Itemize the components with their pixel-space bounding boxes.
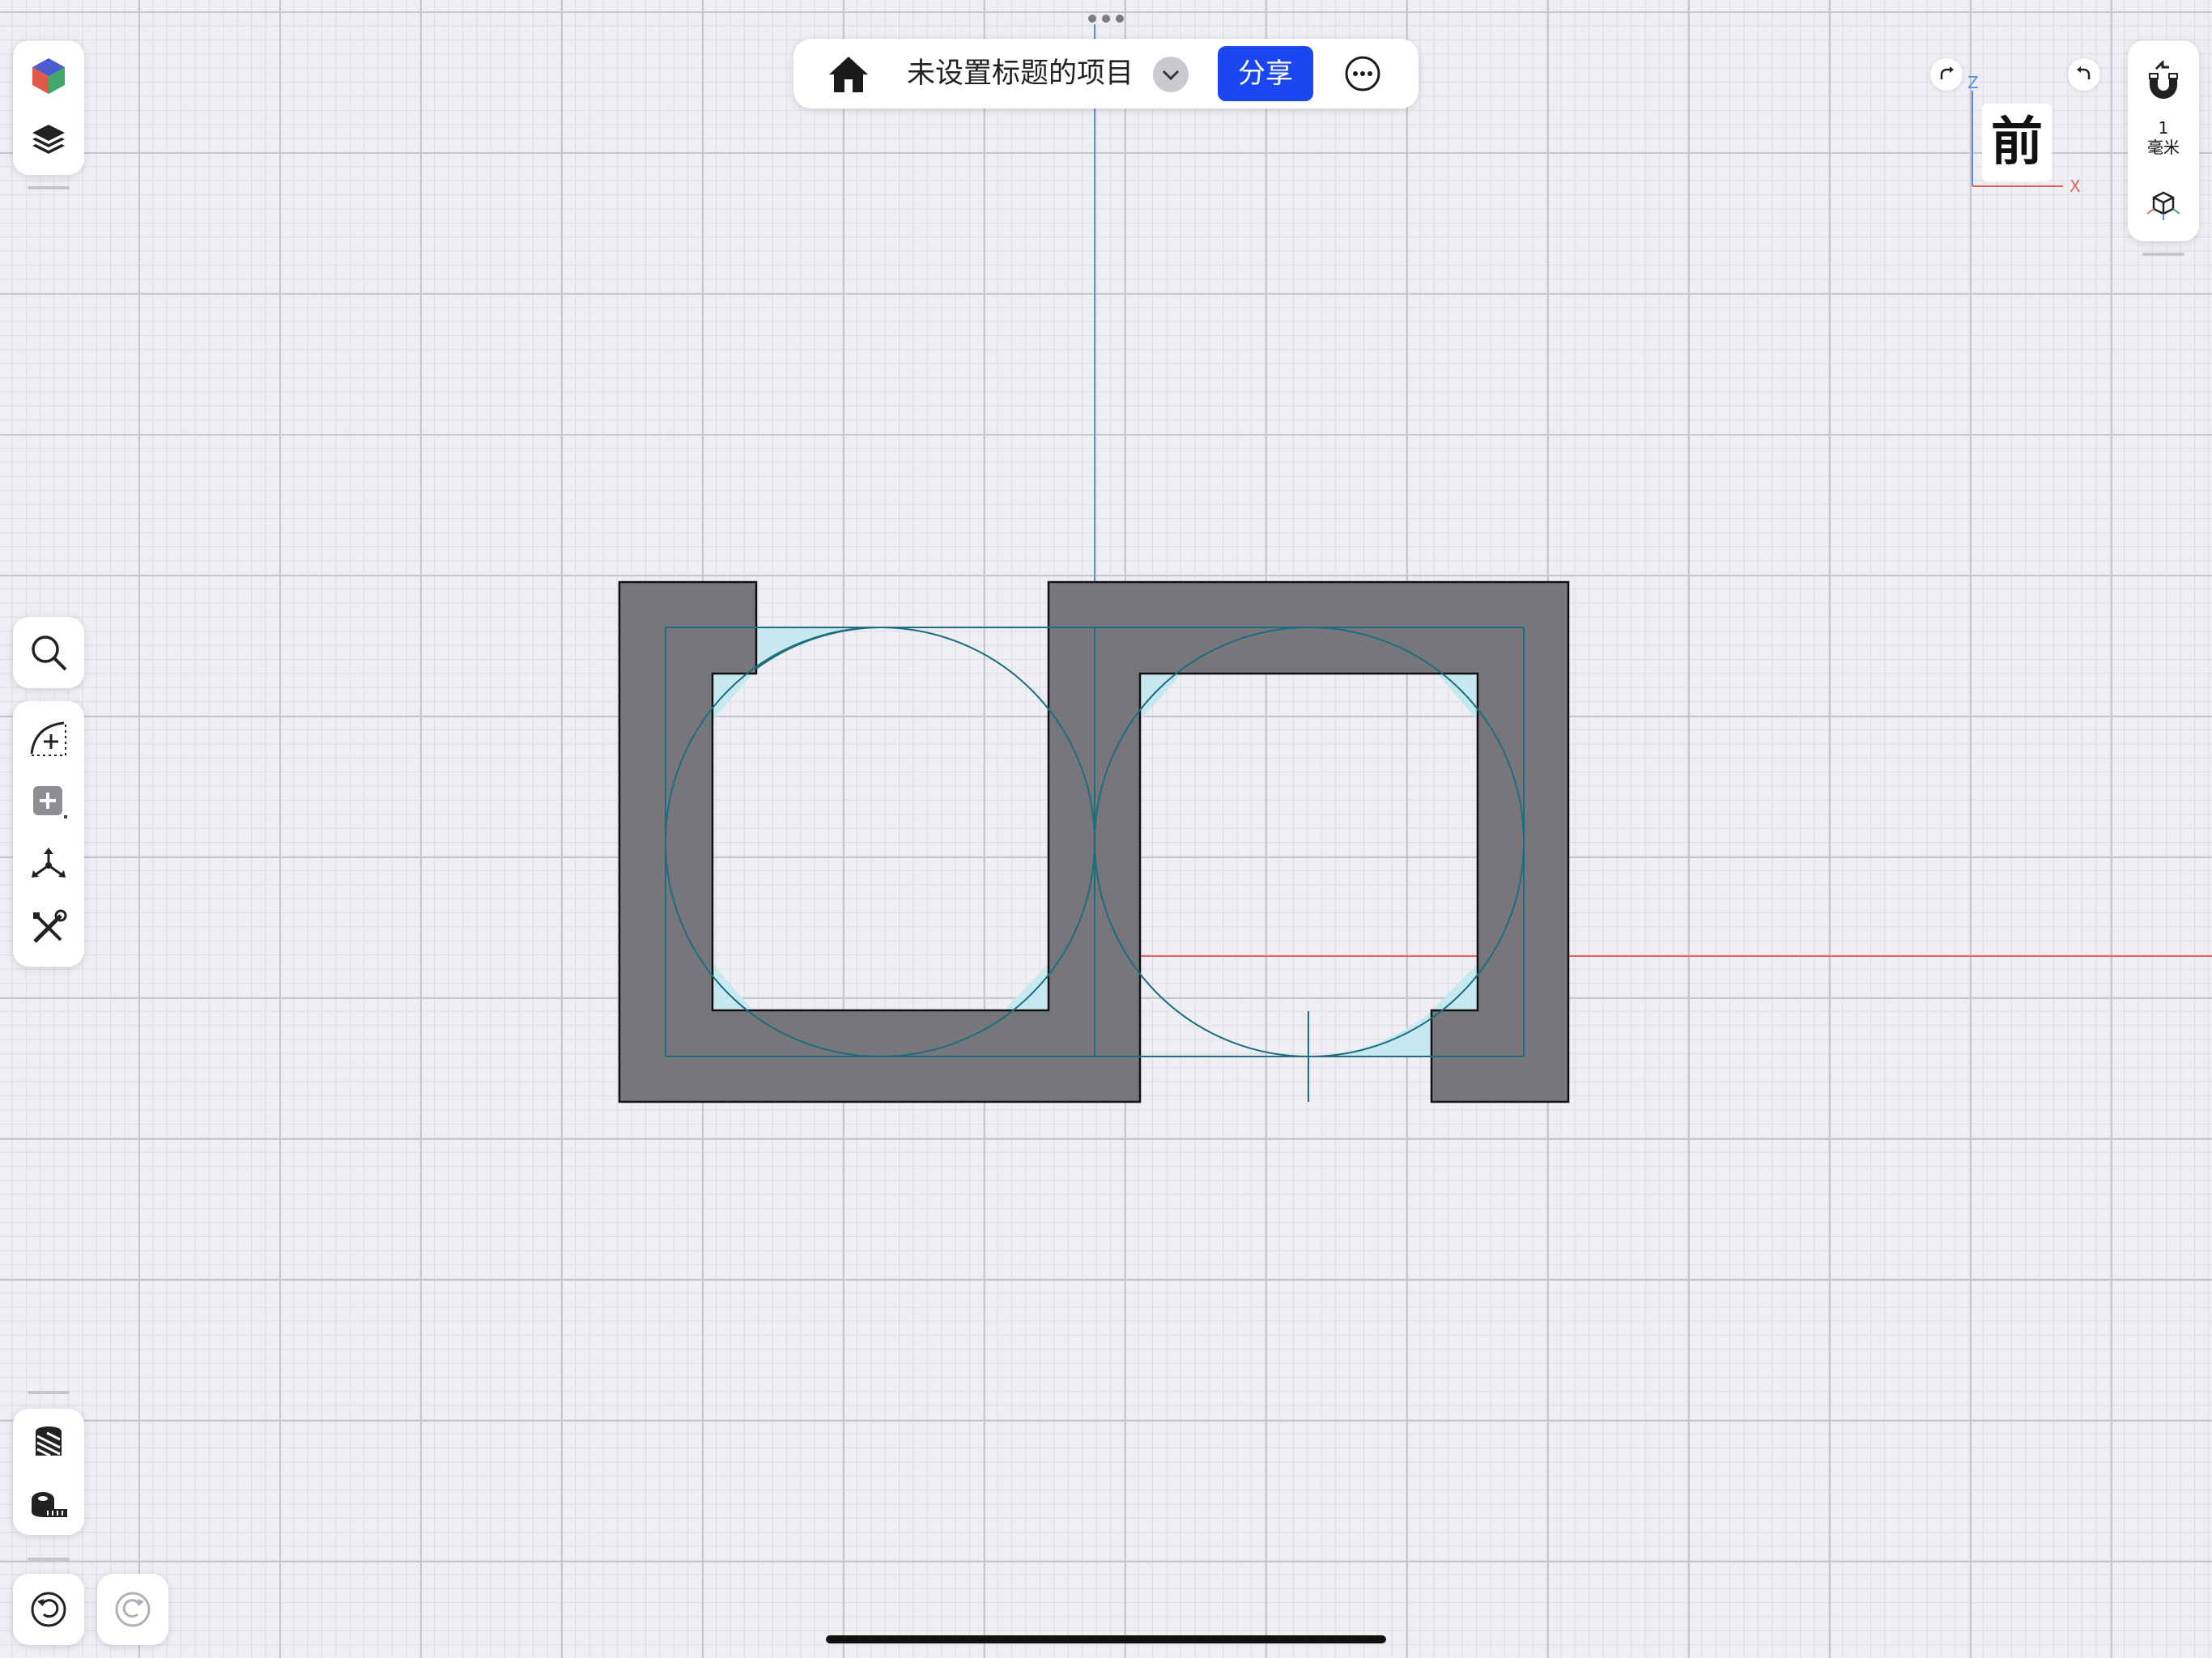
more-icon bbox=[1345, 56, 1380, 91]
cube-icon bbox=[32, 58, 65, 94]
project-title[interactable]: 未设置标题的项目 bbox=[907, 39, 1134, 108]
snap-value[interactable]: 1 毫米 bbox=[2131, 118, 2196, 157]
rotate-cw-icon bbox=[1940, 66, 1954, 79]
add-primitive-icon bbox=[33, 786, 67, 818]
snap-unit: 毫米 bbox=[2147, 138, 2180, 157]
view-cube-button[interactable] bbox=[2128, 175, 2199, 233]
separator bbox=[2142, 253, 2184, 256]
drag-handle[interactable] bbox=[1088, 15, 1124, 24]
material-button[interactable] bbox=[13, 1414, 84, 1472]
separator bbox=[28, 1391, 70, 1394]
magnet-icon bbox=[2149, 61, 2178, 99]
search-button[interactable] bbox=[13, 623, 84, 682]
design-canvas[interactable] bbox=[0, 0, 2212, 1658]
project-title-bar: 未设置标题的项目 分享 bbox=[793, 39, 1419, 108]
sketch-button[interactable] bbox=[13, 709, 84, 767]
home-button[interactable] bbox=[826, 52, 871, 97]
tools-panel bbox=[13, 701, 84, 967]
share-button[interactable]: 分享 bbox=[1218, 46, 1313, 101]
undo-button[interactable] bbox=[13, 1574, 84, 1645]
view-cube-front[interactable]: 前 bbox=[1982, 104, 2052, 181]
measure-button[interactable] bbox=[13, 1475, 84, 1533]
objects-button[interactable] bbox=[13, 47, 84, 105]
materials-panel bbox=[13, 1409, 84, 1535]
home-indicator[interactable] bbox=[826, 1635, 1386, 1643]
separator bbox=[28, 1558, 70, 1561]
top-left-panel bbox=[13, 40, 84, 175]
undo-icon bbox=[31, 1592, 66, 1627]
layers-button[interactable] bbox=[13, 110, 84, 168]
home-icon bbox=[829, 57, 868, 92]
redo-button[interactable] bbox=[97, 1574, 168, 1645]
transform-button[interactable] bbox=[13, 835, 84, 894]
material-icon bbox=[36, 1426, 62, 1457]
measure-icon bbox=[32, 1492, 67, 1517]
search-panel bbox=[13, 617, 84, 688]
search-icon bbox=[32, 636, 67, 671]
rotate-view-left-button[interactable] bbox=[2068, 58, 2100, 91]
modify-icon bbox=[33, 909, 67, 943]
title-dropdown-button[interactable] bbox=[1153, 57, 1189, 92]
rotate-ccw-icon bbox=[2077, 66, 2091, 79]
snap-button[interactable] bbox=[2128, 52, 2199, 110]
x-axis-label: X bbox=[2069, 176, 2081, 196]
snap-number: 1 bbox=[2158, 118, 2169, 138]
layers-icon bbox=[32, 125, 65, 154]
rotate-view-right-button[interactable] bbox=[1930, 58, 1963, 91]
more-button[interactable] bbox=[1344, 55, 1381, 92]
separator bbox=[28, 186, 70, 189]
redo-icon bbox=[115, 1592, 151, 1627]
sketch-icon bbox=[30, 721, 66, 756]
modify-button[interactable] bbox=[13, 899, 84, 957]
snap-panel: 1 毫米 bbox=[2128, 40, 2199, 241]
transform-icon bbox=[32, 848, 66, 878]
chevron-down-icon bbox=[1162, 70, 1180, 81]
view-cube-icon bbox=[2146, 191, 2180, 220]
z-axis-label: Z bbox=[1967, 73, 1979, 92]
add-primitive-button[interactable] bbox=[13, 772, 84, 831]
